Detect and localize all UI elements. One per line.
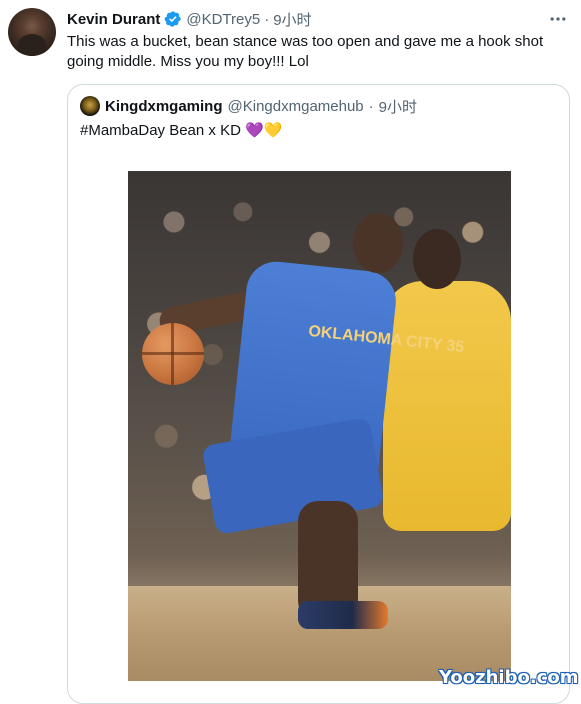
- verified-badge-icon: [164, 10, 182, 28]
- quoted-hashtag-text: #MambaDay Bean x KD: [80, 122, 241, 139]
- basketball-icon: [142, 323, 204, 385]
- author-name[interactable]: Kevin Durant: [67, 11, 160, 28]
- quoted-author-avatar[interactable]: [80, 96, 100, 116]
- heart-emojis: 💜💛: [245, 122, 283, 139]
- quoted-tweet-header: Kingdxmgaming @Kingdxmgamehub · 9小时: [80, 96, 417, 116]
- basketball-shoe: [298, 601, 388, 629]
- author-handle[interactable]: @KDTrey5: [186, 11, 260, 28]
- tweet-header: Kevin Durant @KDTrey5 · 9小时: [67, 9, 541, 29]
- separator-dot: ·: [368, 97, 374, 115]
- thunder-player-head: [353, 213, 403, 273]
- lakers-player-head: [413, 229, 461, 289]
- lakers-player-jersey: [383, 281, 511, 531]
- quoted-tweet-text: #MambaDay Bean x KD 💜💛: [80, 121, 282, 141]
- quoted-tweet-time[interactable]: 9小时: [379, 96, 417, 117]
- site-watermark: Yoozhibo.com: [439, 667, 579, 688]
- author-avatar[interactable]: [8, 8, 56, 56]
- quoted-author-handle[interactable]: @Kingdxmgamehub: [228, 98, 364, 115]
- more-horizontal-icon[interactable]: [547, 8, 569, 30]
- tweet-text: This was a bucket, bean stance was too o…: [67, 33, 544, 70]
- quoted-author-name[interactable]: Kingdxmgaming: [105, 98, 223, 115]
- quoted-tweet-photo[interactable]: OKLAHOMA CITY 35: [128, 171, 511, 681]
- separator-dot: ·: [264, 10, 270, 28]
- tweet-time[interactable]: 9小时: [273, 9, 311, 30]
- quoted-tweet[interactable]: Kingdxmgaming @Kingdxmgamehub · 9小时 #Mam…: [67, 84, 570, 704]
